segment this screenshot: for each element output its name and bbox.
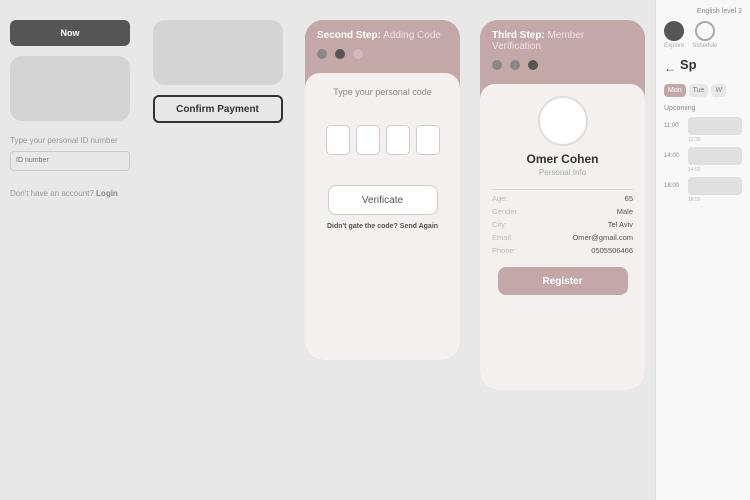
verificate-button[interactable]: Verificate <box>328 185 438 215</box>
payment-card-visual <box>153 20 283 85</box>
dot-2 <box>335 49 345 59</box>
code-box-2[interactable] <box>356 125 380 155</box>
time-2-end: 14:50 <box>688 167 742 173</box>
second-step-body: Type your personal code Verificate Didn'… <box>305 73 460 360</box>
register-button[interactable]: Register <box>498 267 628 295</box>
language-level: English level 2 <box>664 8 742 15</box>
time-1-end: 12:30 <box>688 137 742 143</box>
info-gender: Gender: Male <box>492 207 633 216</box>
step-dots-3 <box>492 60 633 70</box>
code-input-group <box>326 125 440 155</box>
panel-first-step: Now Type your personal ID number Don't h… <box>0 0 140 500</box>
send-again-link[interactable]: Send Again <box>400 223 438 230</box>
sidebar-title: Sp <box>680 57 697 72</box>
time-2-start: 14:00 <box>664 153 684 159</box>
personal-info-label: Personal Info <box>539 168 586 177</box>
day-wed[interactable]: W <box>711 84 726 97</box>
day-tue[interactable]: Tue <box>689 84 709 97</box>
time-1-start: 11:00 <box>664 123 684 129</box>
user-name: Omer Cohen <box>526 152 598 166</box>
right-sidebar: English level 2 Explore Schedule ← Sp Mo… <box>655 0 750 500</box>
sidebar-header: ← Sp <box>664 57 742 78</box>
third-step-header: Third Step: Member Verification <box>480 20 645 84</box>
explore-icon[interactable] <box>664 21 684 41</box>
explore-label: Explore <box>664 43 684 49</box>
back-arrow-icon[interactable]: ← <box>664 61 676 75</box>
panel-confirm-payment: Confirm Payment <box>140 0 295 500</box>
now-button[interactable]: Now <box>10 20 130 46</box>
dot-3-3 <box>528 60 538 70</box>
code-box-4[interactable] <box>416 125 440 155</box>
resend-text: Didn't gate the code? Send Again <box>327 223 438 230</box>
time-slot-3: 18:00 <box>664 177 742 195</box>
time-3-start: 18:00 <box>664 183 684 189</box>
dot-1 <box>317 49 327 59</box>
day-mon[interactable]: Mon <box>664 84 686 97</box>
second-step-header: Second Step: Adding Code <box>305 20 460 73</box>
dot-3 <box>353 49 363 59</box>
time-bar-3 <box>688 177 742 195</box>
id-input[interactable] <box>10 151 130 171</box>
schedule-label: Schedule <box>692 43 717 49</box>
info-city: City: Tel Aviv <box>492 220 633 229</box>
id-label: Type your personal ID number <box>10 136 130 145</box>
info-email: Email: Omer@gmail.com <box>492 233 633 242</box>
login-link-text: Don't have an account? Login <box>10 189 130 198</box>
time-slot-2: 14:00 <box>664 147 742 165</box>
code-box-1[interactable] <box>326 125 350 155</box>
third-step-card: Third Step: Member Verification Omer Coh… <box>480 20 645 390</box>
explore-schedule-icons: Explore Schedule <box>664 21 742 49</box>
info-phone: Phone: 0505506466 <box>492 246 633 255</box>
panel-third-step: Third Step: Member Verification Omer Coh… <box>470 0 655 500</box>
schedule-icon[interactable] <box>695 21 715 41</box>
panel-second-step: Second Step: Adding Code Type your perso… <box>295 0 470 500</box>
time-bar-2 <box>688 147 742 165</box>
panel1-form: Type your personal ID number Don't have … <box>10 136 130 198</box>
schedule-item: Schedule <box>692 21 717 49</box>
time-bar-1 <box>688 117 742 135</box>
dot-3-1 <box>492 60 502 70</box>
third-step-label: Third Step: Member Verification <box>492 30 633 52</box>
third-step-body: Omer Cohen Personal Info Age: 65 Gender:… <box>480 84 645 390</box>
confirm-payment-button[interactable]: Confirm Payment <box>153 95 283 123</box>
login-link[interactable]: Login <box>96 189 118 198</box>
info-age: Age: 65 <box>492 194 633 203</box>
second-step-card: Second Step: Adding Code Type your perso… <box>305 20 460 360</box>
divider-top <box>492 189 633 190</box>
time-slot-1: 11:00 <box>664 117 742 135</box>
panel1-card <box>10 56 130 121</box>
time-3-end: 18:50 <box>688 197 742 203</box>
upcoming-label: Upcoming <box>664 105 742 112</box>
dot-3-2 <box>510 60 520 70</box>
second-step-label: Second Step: Adding Code <box>317 30 448 41</box>
day-selector: Mon Tue W <box>664 84 742 97</box>
explore-item: Explore <box>664 21 684 49</box>
code-prompt: Type your personal code <box>333 87 432 97</box>
step-dots <box>317 49 448 59</box>
code-box-3[interactable] <box>386 125 410 155</box>
avatar <box>538 96 588 146</box>
